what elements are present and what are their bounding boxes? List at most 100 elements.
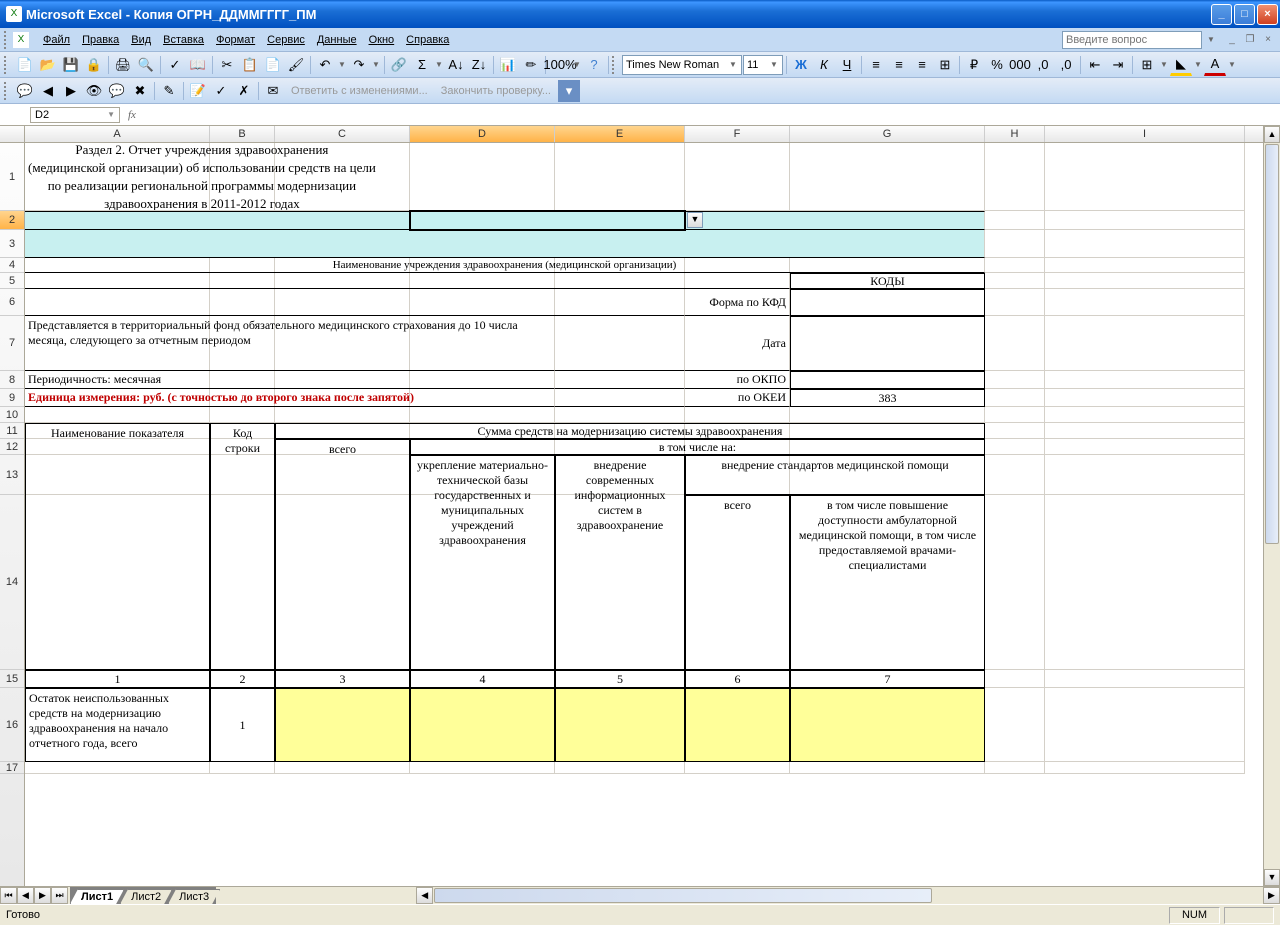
cell[interactable]: Наименование показателя — [25, 423, 210, 670]
cell[interactable] — [1045, 258, 1245, 273]
cell[interactable] — [275, 762, 410, 774]
cell[interactable] — [1045, 371, 1245, 389]
cell[interactable] — [25, 273, 790, 289]
cell[interactable] — [985, 389, 1045, 407]
bold-icon[interactable]: Ж — [790, 54, 812, 76]
chart-icon[interactable]: 📊 — [497, 54, 519, 76]
menu-view[interactable]: Вид — [125, 32, 157, 48]
track-changes-icon[interactable]: 📝 — [187, 80, 209, 102]
cell[interactable]: КОДЫ — [790, 273, 985, 289]
cell[interactable] — [410, 407, 555, 423]
spelling-icon[interactable]: ✓ — [164, 54, 186, 76]
col-header-A[interactable]: A — [25, 126, 210, 142]
accept-change-icon[interactable]: ✓ — [210, 80, 232, 102]
cell[interactable]: 5 — [555, 670, 685, 688]
cell[interactable]: Дата — [685, 316, 790, 371]
cell[interactable] — [985, 371, 1045, 389]
cell[interactable] — [985, 688, 1045, 762]
cell[interactable]: внедрение современных информационных сис… — [555, 455, 685, 670]
help-dropdown-icon[interactable]: ▼ — [1206, 35, 1216, 44]
format-painter-icon[interactable]: 🖌 — [285, 54, 307, 76]
percent-icon[interactable]: % — [986, 54, 1008, 76]
grip-handle[interactable] — [4, 56, 9, 74]
undo-icon[interactable]: ↶ — [314, 54, 336, 76]
new-comment-icon[interactable]: 💬 — [14, 80, 36, 102]
cell[interactable] — [685, 688, 790, 762]
col-header-H[interactable]: H — [985, 126, 1045, 142]
cell[interactable] — [790, 289, 985, 316]
select-all-corner[interactable] — [0, 126, 25, 143]
cell[interactable] — [985, 273, 1045, 289]
underline-icon[interactable]: Ч — [836, 54, 858, 76]
cell[interactable] — [1045, 273, 1245, 289]
cell[interactable] — [985, 258, 1045, 273]
col-header-G[interactable]: G — [790, 126, 985, 142]
print-icon[interactable]: 🖨 — [112, 54, 134, 76]
col-header-E[interactable]: E — [555, 126, 685, 142]
align-left-icon[interactable]: ≡ — [865, 54, 887, 76]
cell[interactable] — [210, 407, 275, 423]
cell[interactable] — [1045, 423, 1245, 439]
send-mail-icon[interactable]: ✉ — [262, 80, 284, 102]
grid[interactable]: Раздел 2. Отчет учреждения здравоохранен… — [25, 143, 1263, 886]
cell[interactable]: 3 — [275, 670, 410, 688]
cell[interactable] — [1045, 670, 1245, 688]
app-icon[interactable]: X — [13, 32, 29, 48]
col-header-C[interactable]: C — [275, 126, 410, 142]
sheet-tab-3[interactable]: Лист3 — [168, 889, 220, 904]
col-header-I[interactable]: I — [1045, 126, 1245, 142]
autosum-icon[interactable]: Σ — [411, 54, 433, 76]
merge-cells-icon[interactable]: ⊞ — [934, 54, 956, 76]
cell[interactable]: 1 — [210, 688, 275, 762]
cell[interactable]: укрепление материально-технической базы … — [410, 455, 555, 670]
row-header-12[interactable]: 12 — [0, 439, 24, 455]
cell[interactable]: внедрение стандартов медицинской помощи — [685, 455, 985, 495]
cell[interactable]: Форма по КФД — [685, 289, 790, 316]
cell[interactable] — [685, 762, 790, 774]
cell[interactable] — [985, 211, 1045, 230]
cell[interactable]: Наименование учреждения здравоохранения … — [25, 258, 985, 273]
cell[interactable] — [790, 407, 985, 423]
currency-icon[interactable]: ₽ — [963, 54, 985, 76]
cell[interactable]: Остаток неиспользованных средств на моде… — [25, 688, 210, 762]
cell[interactable]: 4 — [410, 670, 555, 688]
doc-restore-button[interactable]: ❐ — [1242, 33, 1258, 47]
save-icon[interactable]: 💾 — [60, 54, 82, 76]
row-header-15[interactable]: 15 — [0, 670, 24, 688]
align-center-icon[interactable]: ≡ — [888, 54, 910, 76]
zoom-icon[interactable]: 100% — [549, 54, 571, 76]
row-header-13[interactable]: 13 — [0, 455, 24, 495]
menu-edit[interactable]: Правка — [76, 32, 125, 48]
formula-input[interactable] — [144, 109, 1280, 121]
cell[interactable] — [1045, 455, 1245, 495]
font-color-icon[interactable]: A — [1204, 54, 1226, 76]
cell[interactable] — [1045, 762, 1245, 774]
menu-help[interactable]: Справка — [400, 32, 455, 48]
research-icon[interactable]: 📖 — [187, 54, 209, 76]
row-header-6[interactable]: 6 — [0, 289, 24, 316]
hscroll-right-icon[interactable]: ▶ — [1263, 887, 1280, 904]
col-header-D[interactable]: D — [410, 126, 555, 142]
increase-indent-icon[interactable]: ⇥ — [1107, 54, 1129, 76]
sheet-tab-2[interactable]: Лист2 — [120, 889, 172, 904]
sort-desc-icon[interactable]: Z↓ — [468, 54, 490, 76]
cell[interactable] — [275, 688, 410, 762]
horizontal-scrollbar[interactable]: ◀ ▶ — [216, 887, 1280, 904]
cell[interactable] — [1045, 316, 1245, 371]
scroll-up-icon[interactable]: ▲ — [1264, 126, 1280, 143]
tab-next-icon[interactable]: ▶ — [34, 887, 51, 904]
row-header-8[interactable]: 8 — [0, 371, 24, 389]
increase-decimal-icon[interactable]: ,0 — [1032, 54, 1054, 76]
vertical-scrollbar[interactable]: ▲ ▼ — [1263, 126, 1280, 886]
menu-insert[interactable]: Вставка — [157, 32, 210, 48]
open-icon[interactable]: 📂 — [37, 54, 59, 76]
drawing-icon[interactable]: ✏ — [520, 54, 542, 76]
cell[interactable]: по ОКЕИ — [685, 389, 790, 407]
sheet-tab-1[interactable]: Лист1 — [70, 889, 124, 904]
cell[interactable] — [790, 762, 985, 774]
cell[interactable]: в том числе повышение доступности амбула… — [790, 495, 985, 670]
decrease-indent-icon[interactable]: ⇤ — [1084, 54, 1106, 76]
permission-icon[interactable]: 🔒 — [83, 54, 105, 76]
cell[interactable] — [985, 407, 1045, 423]
cell[interactable] — [790, 316, 985, 371]
